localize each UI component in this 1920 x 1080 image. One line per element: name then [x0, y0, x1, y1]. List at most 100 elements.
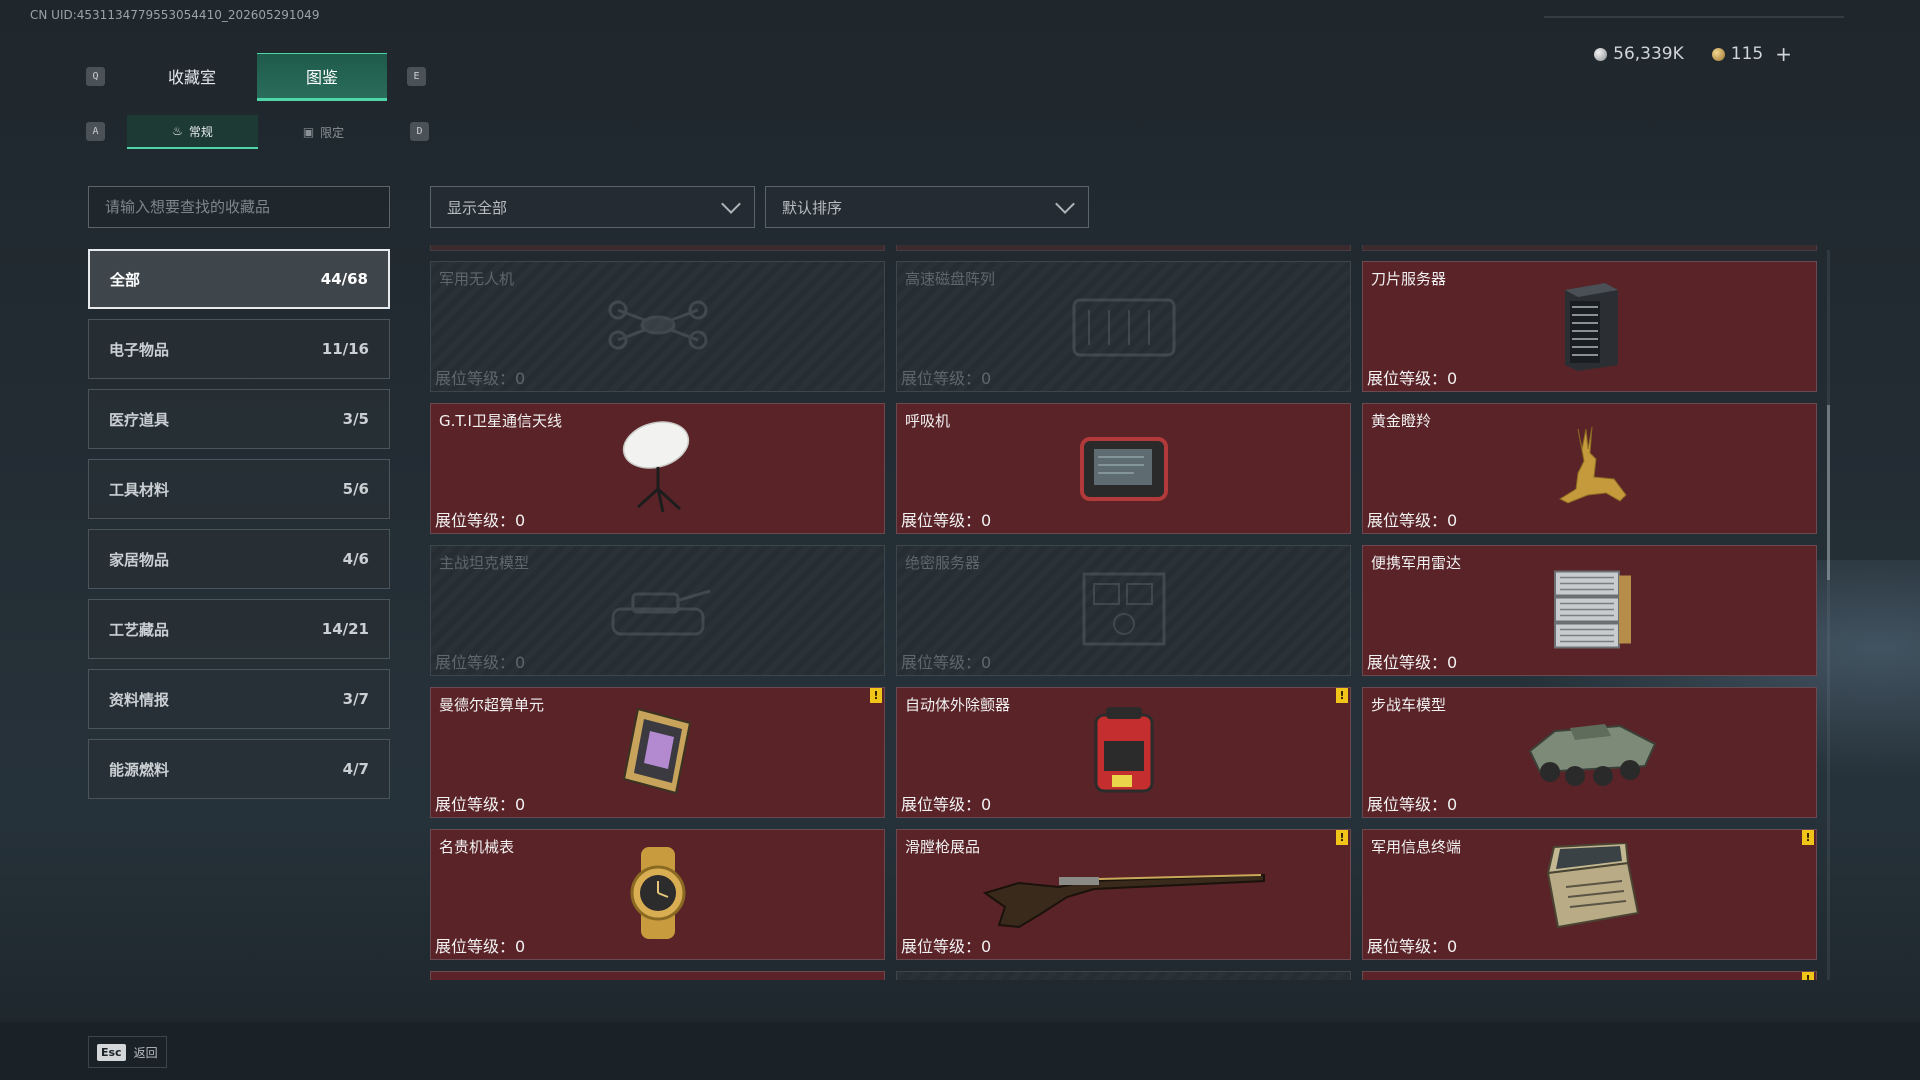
- booth-level: 展位等级：0: [901, 365, 991, 389]
- filter-dropdown[interactable]: 显示全部: [430, 186, 755, 228]
- category-label: 全部: [110, 270, 141, 289]
- collectible-card[interactable]: 主战坦克模型 展位等级：0: [430, 545, 885, 676]
- category-item[interactable]: 工具材料 5/6: [88, 459, 390, 519]
- cpu-icon: [608, 701, 708, 805]
- booth-level-value: 0: [981, 795, 992, 814]
- tab-collection-room[interactable]: 收藏室: [127, 53, 257, 101]
- collectible-card[interactable]: 复苏呼吸机: [896, 971, 1351, 980]
- key-hint-e: E: [407, 67, 426, 86]
- search-input[interactable]: [88, 186, 390, 228]
- collectible-card[interactable]: 黄金瞪羚 展位等级：0: [1362, 403, 1817, 534]
- booth-level-value: 0: [515, 937, 526, 956]
- currency-bar: 56,339K 115 +: [1594, 42, 1792, 66]
- collectible-card[interactable]: G.T.I卫星通信天线展位等级：0: [430, 403, 885, 534]
- level-separator: ：: [965, 937, 982, 956]
- level-separator: ：: [965, 795, 982, 814]
- silver-amount: 56,339K: [1613, 44, 1684, 64]
- level-separator: ：: [1431, 795, 1448, 814]
- category-item[interactable]: 能源燃料 4/7: [88, 739, 390, 799]
- level-separator: ：: [1431, 369, 1448, 388]
- booth-level-value: 0: [1447, 653, 1458, 672]
- add-currency-button[interactable]: +: [1775, 42, 1792, 66]
- booth-level-label: 展位等级: [1367, 511, 1432, 530]
- chevron-down-icon: [721, 194, 741, 214]
- alert-badge: !: [1802, 972, 1814, 980]
- tank-model-icon: [598, 569, 718, 653]
- collectible-card[interactable]: 便携军用雷达 展位等级：0: [1362, 545, 1817, 676]
- booth-level-value: 0: [981, 653, 992, 672]
- item-grid: 军用无人机 展位等级：0 高速磁盘阵列 展位等级：0 刀片服务器 展位等级：0 G.T.I卫…: [430, 261, 1817, 960]
- booth-level-label: 展位等级: [901, 653, 966, 672]
- satellite-dish-icon: [608, 417, 708, 521]
- partial-card: [1362, 245, 1817, 251]
- collectible-card[interactable]: 强力吸尘器!: [1362, 971, 1817, 980]
- key-hint-d: D: [410, 122, 429, 141]
- secret-server-icon: [1069, 564, 1179, 658]
- category-item[interactable]: 工艺藏品 14/21: [88, 599, 390, 659]
- back-button[interactable]: Esc 返回: [88, 1036, 167, 1068]
- booth-level-label: 展位等级: [1367, 369, 1432, 388]
- booth-level: 展位等级：0: [435, 507, 525, 531]
- collectible-card[interactable]: 曼德尔超算单元! 展位等级：0: [430, 687, 885, 818]
- sort-dropdown[interactable]: 默认排序: [765, 186, 1089, 228]
- tab-codex[interactable]: 图鉴: [257, 53, 387, 101]
- collectible-card[interactable]: 刀片服务器 展位等级：0: [1362, 261, 1817, 392]
- collectible-card[interactable]: 绝密服务器 展位等级：0: [896, 545, 1351, 676]
- booth-level-value: 0: [981, 937, 992, 956]
- collectible-card[interactable]: 步战车模型 展位等级：0: [1362, 687, 1817, 818]
- subtab-limited[interactable]: ▣ 限定: [258, 115, 389, 149]
- radar-icon: [1540, 561, 1640, 660]
- collectible-name: 军用信息终端: [1371, 838, 1462, 856]
- category-list: 全部 44/68 电子物品 11/16 医疗道具 3/5 工具材料 5/6 家居物品 4/6 工艺藏…: [88, 249, 390, 809]
- category-count: 44/68: [320, 270, 368, 288]
- collectible-name: 黄金瞪羚: [1371, 412, 1432, 430]
- grid-scrollbar[interactable]: [1827, 250, 1830, 980]
- gold-coin-icon: [1711, 47, 1725, 61]
- booth-level: 展位等级：0: [435, 649, 525, 673]
- booth-level: 展位等级：0: [901, 933, 991, 957]
- category-item[interactable]: 资料情报 3/7: [88, 669, 390, 729]
- collectible-name: 自动体外除颤器: [905, 696, 1011, 714]
- musket-icon: [979, 853, 1269, 937]
- booth-level: 展位等级：0: [435, 933, 525, 957]
- terminal-icon: [1530, 841, 1650, 947]
- booth-level-label: 展位等级: [1367, 937, 1432, 956]
- collectible-name: 呼吸机: [905, 412, 951, 430]
- booth-level-label: 展位等级: [901, 511, 966, 530]
- collectible-card[interactable]: 自动体外除颤器! 展位等级：0: [896, 687, 1351, 818]
- booth-level: 展位等级：0: [901, 649, 991, 673]
- booth-level-label: 展位等级: [435, 653, 500, 672]
- collectible-card[interactable]: 军用信息终端! 展位等级：0: [1362, 829, 1817, 960]
- sub-tabs: ♨ 常规 ▣ 限定: [127, 115, 389, 149]
- category-item[interactable]: 医疗道具 3/5: [88, 389, 390, 449]
- subtab-regular-label: 常规: [188, 124, 213, 139]
- booth-level: 展位等级：0: [435, 791, 525, 815]
- collectible-card[interactable]: 呼吸机 展位等级：0: [896, 403, 1351, 534]
- category-item[interactable]: 全部 44/68: [88, 249, 390, 309]
- category-item[interactable]: 家居物品 4/6: [88, 529, 390, 589]
- collectible-name: 曼德尔超算单元: [439, 696, 545, 714]
- collectible-card[interactable]: 滑膛枪展品! 展位等级：0: [896, 829, 1351, 960]
- alert-badge: !: [870, 688, 882, 703]
- subtab-regular[interactable]: ♨ 常规: [127, 115, 258, 149]
- booth-level: 展位等级：0: [435, 365, 525, 389]
- collectible-card[interactable]: 火箭燃料: [430, 971, 885, 980]
- booth-level: 展位等级：0: [901, 791, 991, 815]
- category-label: 工具材料: [109, 480, 170, 499]
- category-item[interactable]: 电子物品 11/16: [88, 319, 390, 379]
- level-separator: ：: [1431, 653, 1448, 672]
- collectible-card[interactable]: 高速磁盘阵列 展位等级：0: [896, 261, 1351, 392]
- gold-amount: 115: [1730, 44, 1764, 64]
- collectible-name: 滑膛枪展品: [905, 838, 981, 856]
- collectible-name: 便携军用雷达: [1371, 554, 1462, 572]
- uid-label: CN UID:4531134779553054410_202605291049: [30, 8, 320, 22]
- booth-level: 展位等级：0: [1367, 933, 1457, 957]
- category-label: 能源燃料: [109, 760, 170, 779]
- footer-bar: [0, 1022, 1920, 1080]
- scrollbar-thumb[interactable]: [1827, 405, 1830, 580]
- booth-level-label: 展位等级: [435, 511, 500, 530]
- collectible-card[interactable]: 军用无人机 展位等级：0: [430, 261, 885, 392]
- level-separator: ：: [499, 937, 516, 956]
- collectible-card[interactable]: 名贵机械表 展位等级：0: [430, 829, 885, 960]
- collectible-name: G.T.I卫星通信天线: [439, 412, 562, 430]
